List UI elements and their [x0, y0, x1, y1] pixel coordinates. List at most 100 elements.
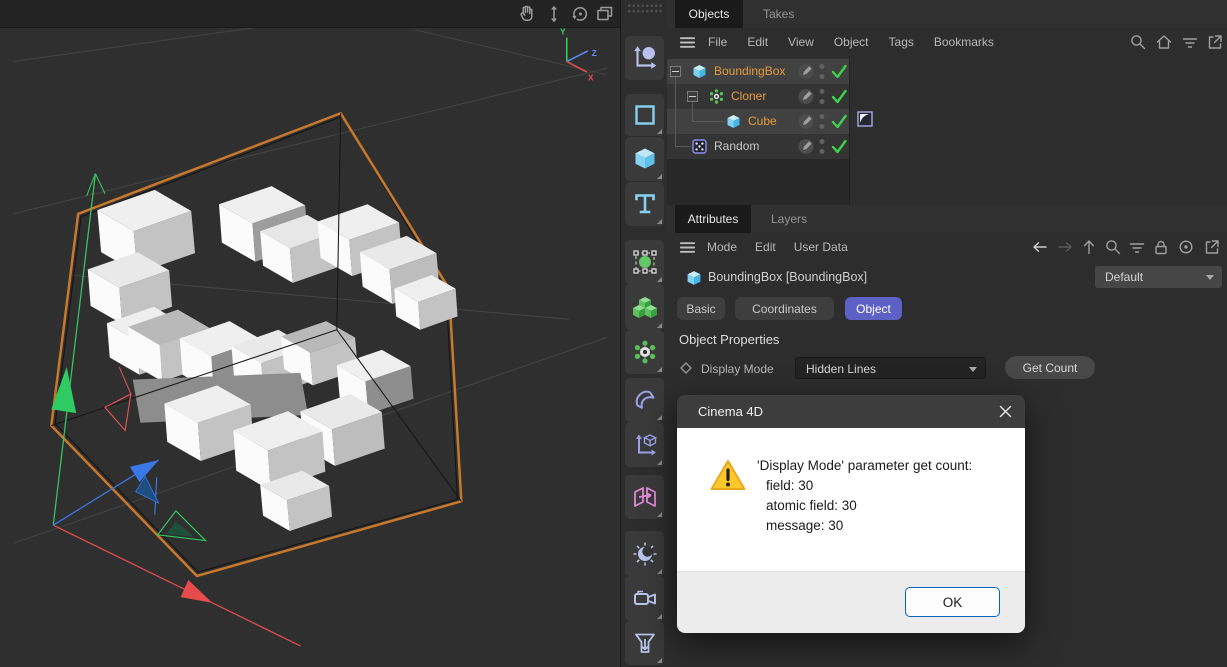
expander-cloner[interactable]: [687, 91, 698, 102]
tab-basic[interactable]: Basic: [677, 297, 725, 320]
camera-tool[interactable]: [625, 576, 664, 621]
object-label-random[interactable]: Random: [714, 134, 759, 159]
hamburger-menu-icon[interactable]: [678, 238, 697, 257]
objects-menubar: File Edit View Object Tags Bookmarks: [667, 28, 1227, 56]
preset-dropdown-value: Default: [1105, 266, 1143, 288]
menu-bookmarks[interactable]: Bookmarks: [934, 35, 994, 49]
tab-takes[interactable]: Takes: [763, 0, 794, 28]
ok-button-label: OK: [943, 595, 963, 610]
cube-icon: [726, 114, 741, 129]
row-controls-random[interactable]: [782, 134, 852, 159]
row-controls-boundingbox[interactable]: [782, 59, 852, 84]
warning-icon: [710, 458, 746, 491]
tab-attributes-label: Attributes: [688, 212, 739, 226]
row-controls-cloner[interactable]: [782, 84, 852, 109]
tab-objects[interactable]: Objects: [675, 0, 743, 28]
cube-icon: [686, 270, 701, 285]
cloner-tool[interactable]: [625, 330, 664, 374]
menu-view[interactable]: View: [788, 35, 814, 49]
alert-dialog: Cinema 4D 'Display Mode' parameter get c…: [677, 395, 1025, 633]
tab-coordinates-label: Coordinates: [752, 302, 817, 316]
target-icon[interactable]: [1176, 237, 1196, 257]
search-icon[interactable]: [1128, 32, 1148, 52]
new-window-icon[interactable]: [1205, 32, 1225, 52]
gizmo-z-label: Z: [592, 48, 598, 58]
pan-hand-icon[interactable]: [516, 3, 538, 25]
manager-panels: Objects Takes File Edit View Object Tags…: [667, 0, 1227, 667]
dialog-footer: OK: [677, 571, 1025, 633]
tab-coordinates[interactable]: Coordinates: [735, 297, 834, 320]
tab-takes-label: Takes: [763, 7, 794, 21]
home-icon[interactable]: [1154, 32, 1174, 52]
dialog-message: 'Display Mode' parameter get count: fiel…: [757, 456, 972, 536]
stage-funnel-tool[interactable]: [625, 621, 664, 665]
attributes-tabbar: Attributes Layers: [667, 205, 1227, 233]
tab-layers[interactable]: Layers: [771, 205, 807, 233]
expander-boundingbox[interactable]: [670, 66, 681, 77]
filter-icon[interactable]: [1180, 32, 1200, 52]
ok-button[interactable]: OK: [905, 587, 1000, 617]
palette-drag-handle[interactable]: [627, 3, 663, 14]
search-icon[interactable]: [1103, 237, 1123, 257]
menu-file[interactable]: File: [708, 35, 727, 49]
attributes-menubar: Mode Edit User Data: [667, 233, 1227, 260]
tool-palette: [620, 0, 667, 667]
selected-object-title: BoundingBox [BoundingBox]: [708, 260, 867, 294]
get-count-label: Get Count: [1023, 361, 1078, 375]
viewport-panel: Y Z X: [0, 0, 620, 667]
menu-user-data[interactable]: User Data: [794, 240, 848, 254]
up-arrow-icon[interactable]: [1079, 237, 1099, 257]
tab-object[interactable]: Object: [845, 297, 902, 320]
cube-icon: [692, 64, 707, 79]
menu-edit[interactable]: Edit: [747, 35, 768, 49]
dialog-message-line: atomic field: 30: [766, 496, 972, 516]
chevron-down-icon: [1206, 275, 1214, 280]
phong-tag[interactable]: [857, 111, 873, 127]
close-icon[interactable]: [999, 405, 1012, 418]
tab-layers-label: Layers: [771, 212, 807, 226]
array-tool[interactable]: [625, 284, 664, 330]
viewport-canvas[interactable]: Y Z X: [0, 28, 620, 667]
gizmo-x-label: X: [588, 73, 594, 83]
display-mode-dropdown[interactable]: Hidden Lines: [795, 357, 986, 379]
light-tool[interactable]: [625, 531, 664, 576]
rectangle-spline-tool[interactable]: [625, 94, 664, 136]
lock-icon[interactable]: [1151, 237, 1171, 257]
dolly-zoom-icon[interactable]: [543, 3, 565, 25]
diamond-key-icon[interactable]: [680, 361, 692, 373]
text-tool[interactable]: [625, 182, 664, 226]
cube-primitive-tool[interactable]: [625, 137, 664, 181]
object-label-boundingbox[interactable]: BoundingBox: [714, 59, 785, 84]
viewport-titlebar: [0, 0, 620, 28]
menu-object[interactable]: Object: [834, 35, 869, 49]
chevron-down-icon: [969, 367, 977, 372]
object-label-cube[interactable]: Cube: [748, 109, 777, 134]
new-window-icon[interactable]: [1202, 237, 1222, 257]
menu-edit[interactable]: Edit: [755, 240, 776, 254]
subdivision-surface-tool[interactable]: [625, 240, 664, 284]
menu-tags[interactable]: Tags: [889, 35, 914, 49]
object-tree: BoundingBox Cloner Cube Random: [667, 56, 1227, 205]
preset-dropdown[interactable]: Default: [1095, 266, 1222, 288]
tab-object-label: Object: [856, 302, 891, 316]
forward-arrow-icon[interactable]: [1055, 237, 1075, 257]
toggle-fullscreen-icon[interactable]: [594, 3, 616, 25]
objects-menu: File Edit View Object Tags Bookmarks: [708, 28, 994, 56]
get-count-button[interactable]: Get Count: [1005, 356, 1095, 379]
random-effector-icon: [692, 139, 707, 154]
menu-mode[interactable]: Mode: [707, 240, 737, 254]
dialog-titlebar[interactable]: Cinema 4D: [677, 395, 1025, 428]
dialog-message-line: 'Display Mode' parameter get count:: [757, 456, 972, 476]
row-controls-cube[interactable]: [782, 109, 852, 134]
axis-cube-tool[interactable]: [625, 422, 664, 467]
tab-attributes[interactable]: Attributes: [675, 205, 751, 233]
object-axis-tool[interactable]: [625, 36, 664, 80]
hamburger-menu-icon[interactable]: [678, 33, 697, 52]
object-label-cloner[interactable]: Cloner: [731, 84, 766, 109]
filter-icon[interactable]: [1127, 237, 1147, 257]
symmetry-tool[interactable]: [625, 475, 664, 519]
gizmo-y-label: Y: [560, 28, 566, 37]
back-arrow-icon[interactable]: [1030, 237, 1050, 257]
bend-deformer-tool[interactable]: [625, 378, 664, 422]
orbit-rotate-icon[interactable]: [569, 3, 591, 25]
